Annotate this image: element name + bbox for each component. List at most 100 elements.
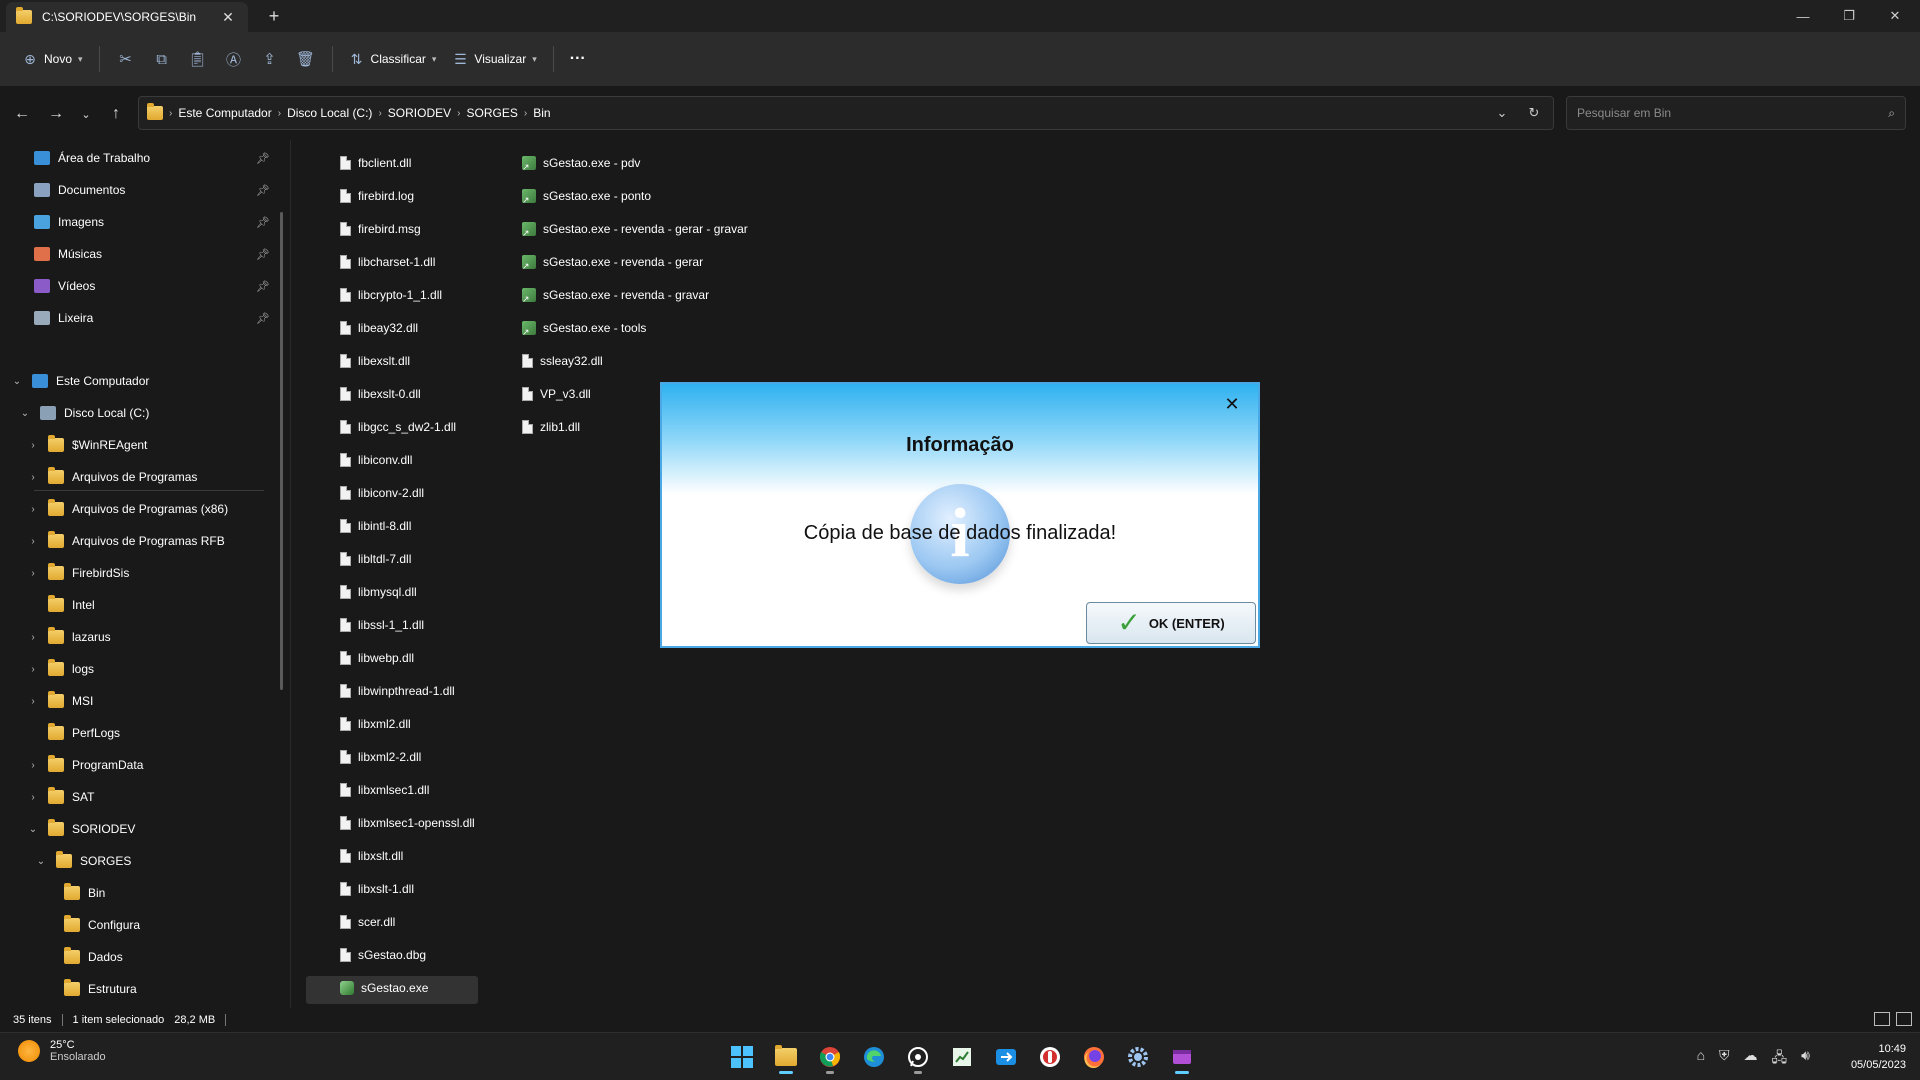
share-button[interactable]: ⇪ (252, 42, 288, 76)
chevron-right-icon[interactable]: › (26, 664, 40, 675)
sort-button[interactable]: ⇅ Classificar ▾ (341, 42, 445, 76)
pin-icon[interactable]: 📌︎ (256, 216, 270, 229)
file-item[interactable]: libwinpthread-1.dll (300, 677, 455, 705)
pin-icon[interactable]: 📌︎ (256, 152, 270, 165)
file-item[interactable]: libiconv-2.dll (300, 479, 424, 507)
recent-locations-button[interactable]: ⌄ (72, 100, 100, 128)
file-explorer-app[interactable] (768, 1039, 804, 1075)
file-item[interactable]: libcharset-1.dll (300, 248, 435, 276)
restore-icon[interactable]: ❐ (1826, 0, 1872, 32)
file-item[interactable]: sGestao.exe - revenda - gerar - gravar (482, 215, 748, 243)
file-item[interactable]: libxslt.dll (300, 842, 403, 870)
new-tab-button[interactable]: + (262, 4, 286, 28)
quick-access-item[interactable]: Documentos 📌︎ (34, 175, 270, 205)
file-item[interactable]: scer.dll (300, 908, 395, 936)
chevron-down-icon[interactable]: ⌄ (34, 856, 48, 867)
tree-item[interactable]: Bin (42, 878, 105, 908)
minimize-icon[interactable]: — (1780, 0, 1826, 32)
rename-button[interactable]: Ⓐ (216, 42, 252, 76)
tree-item[interactable]: ⌄ Disco Local (C:) (18, 398, 149, 428)
firefox-app[interactable] (1076, 1039, 1112, 1075)
quick-access-item[interactable]: Imagens 📌︎ (34, 207, 270, 237)
view-button[interactable]: ☰ Visualizar ▾ (444, 42, 544, 76)
whatsapp-app[interactable] (900, 1039, 936, 1075)
quick-access-item[interactable]: Lixeira 📌︎ (34, 303, 270, 333)
file-item[interactable]: ssleay32.dll (482, 347, 603, 375)
start-button[interactable] (724, 1039, 760, 1075)
dialog-close-icon[interactable]: ✕ (1220, 392, 1244, 416)
breadcrumb-computer[interactable]: Este Computador (178, 106, 271, 120)
file-item[interactable]: libexslt-0.dll (300, 380, 421, 408)
ok-button[interactable]: ✓ OK (ENTER) (1086, 602, 1256, 644)
chevron-right-icon[interactable]: › (26, 472, 40, 483)
file-item[interactable]: libxml2-2.dll (300, 743, 421, 771)
quick-access-item[interactable]: Vídeos 📌︎ (34, 271, 270, 301)
volume-icon[interactable]: 🔊︎ (1801, 1047, 1810, 1071)
chevron-right-icon[interactable]: › (26, 440, 40, 451)
search-box[interactable]: ⌕ (1566, 96, 1906, 130)
tab-current-folder[interactable]: C:\SORIODEV\SORGES\Bin ✕ (6, 2, 248, 32)
search-input[interactable] (1577, 106, 1889, 120)
back-button[interactable]: ← (8, 100, 36, 128)
tree-item[interactable]: PerfLogs (26, 718, 120, 748)
navigation-pane-scrollbar[interactable] (280, 212, 283, 690)
file-item[interactable]: libiconv.dll (300, 446, 412, 474)
pin-icon[interactable]: 📌︎ (256, 312, 270, 325)
file-item[interactable]: libxml2.dll (300, 710, 411, 738)
breadcrumb-bin[interactable]: Bin (533, 106, 550, 120)
file-item[interactable]: libexslt.dll (300, 347, 410, 375)
forward-button[interactable]: → (42, 100, 70, 128)
file-item[interactable]: VP_v3.dll (482, 380, 591, 408)
cut-button[interactable]: ✂ (108, 42, 144, 76)
file-item[interactable]: zlib1.dll (482, 413, 580, 441)
tree-item[interactable]: ⌄ SORGES (34, 846, 131, 876)
file-item[interactable]: sGestao.exe - revenda - gravar (482, 281, 709, 309)
chevron-down-icon[interactable]: ⌄ (10, 376, 24, 387)
up-button[interactable]: ↑ (102, 100, 130, 128)
quick-access-item[interactable]: Área de Trabalho 📌︎ (34, 143, 270, 173)
breadcrumb-soriodev[interactable]: SORIODEV (388, 106, 451, 120)
tree-item[interactable]: › logs (26, 654, 94, 684)
settings-app[interactable] (1120, 1039, 1156, 1075)
breadcrumb-sorges[interactable]: SORGES (466, 106, 517, 120)
file-item[interactable]: libcrypto-1_1.dll (300, 281, 442, 309)
tree-item[interactable]: › $WinREAgent (26, 430, 147, 460)
file-item[interactable]: libssl-1_1.dll (300, 611, 424, 639)
address-history-chevron-icon[interactable]: ⌄ (1487, 97, 1517, 129)
file-item[interactable]: firebird.msg (300, 215, 421, 243)
file-item[interactable]: sGestao.exe - pdv (482, 149, 640, 177)
large-icons-view-icon[interactable] (1896, 1012, 1912, 1026)
file-item[interactable]: sGestao.exe - ponto (482, 182, 651, 210)
tree-item[interactable]: Configura (42, 910, 140, 940)
defender-icon[interactable]: ⛨ (1719, 1047, 1730, 1071)
file-item[interactable]: sGestao.exe - tools (482, 314, 646, 342)
tree-item[interactable]: › MSI (26, 686, 93, 716)
tree-item[interactable]: ⌄ Este Computador (10, 366, 149, 396)
file-item[interactable]: sGestao.exe (300, 974, 428, 1002)
paste-button[interactable]: 📋︎ (180, 42, 216, 76)
file-item[interactable]: libxmlsec1.dll (300, 776, 429, 804)
copy-button[interactable]: ⧉ (144, 42, 180, 76)
remote-access-app[interactable] (988, 1039, 1024, 1075)
sgestao-app[interactable] (1164, 1039, 1200, 1075)
clock[interactable]: 10:49 05/05/2023 (1851, 1041, 1906, 1073)
chevron-right-icon[interactable]: › (26, 504, 40, 515)
chevron-down-icon[interactable]: ⌄ (18, 408, 32, 419)
file-item[interactable]: libintl-8.dll (300, 512, 411, 540)
network-icon[interactable]: 🖧︎ (1772, 1047, 1788, 1071)
pin-icon[interactable]: 📌︎ (256, 280, 270, 293)
address-bar[interactable]: › Este Computador › Disco Local (C:) › S… (138, 96, 1554, 130)
tree-item[interactable]: › SAT (26, 782, 94, 812)
tree-item[interactable]: › FirebirdSis (26, 558, 129, 588)
new-button[interactable]: ⊕ Novo ▾ (14, 42, 91, 76)
cloud-icon[interactable]: ☁ (1744, 1047, 1758, 1071)
more-options-button[interactable]: ··· (562, 42, 594, 76)
chrome-app[interactable] (812, 1039, 848, 1075)
tree-item[interactable]: Estrutura (42, 974, 137, 1004)
file-item[interactable]: sGestao.dbg (300, 941, 426, 969)
chevron-right-icon[interactable]: › (26, 696, 40, 707)
file-item[interactable]: libwebp.dll (300, 644, 414, 672)
pin-icon[interactable]: 📌︎ (256, 248, 270, 261)
tree-item[interactable]: › Arquivos de Programas (26, 462, 197, 492)
tree-item[interactable]: › Arquivos de Programas RFB (26, 526, 225, 556)
